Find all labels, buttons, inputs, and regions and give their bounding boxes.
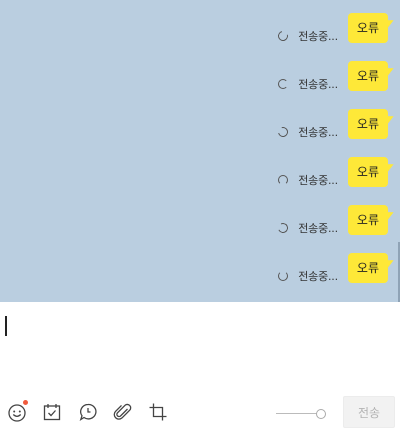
message-bubble[interactable]: 오류: [347, 205, 388, 235]
loading-spinner-icon: [276, 29, 291, 43]
crop-icon: [149, 403, 167, 421]
paperclip-icon: [113, 403, 132, 420]
emoji-icon: [8, 404, 26, 422]
message-input[interactable]: [0, 302, 400, 392]
message-bubble[interactable]: 오류: [347, 109, 388, 139]
sending-status-text: 전송중...: [298, 222, 338, 235]
loading-spinner-icon: [278, 271, 289, 281]
sending-status-text: 전송중...: [298, 126, 338, 139]
message-bubble[interactable]: 오류: [347, 253, 388, 283]
sending-status-text: 전송중...: [298, 30, 338, 43]
calendar-check-icon: [43, 404, 61, 421]
message-row: 전송중... 오류: [276, 13, 388, 47]
attach-file-button[interactable]: [111, 400, 135, 424]
loading-spinner-icon: [276, 221, 290, 235]
message-bubble[interactable]: 오류: [347, 61, 388, 91]
speech-bubble-button[interactable]: [76, 400, 100, 424]
loading-spinner-icon: [278, 175, 289, 185]
sending-status: 전송중...: [278, 76, 338, 92]
sending-status-text: 전송중...: [298, 78, 338, 91]
sending-status: 전송중...: [276, 220, 338, 236]
sending-status-text: 전송중...: [298, 270, 338, 283]
loading-spinner-icon: [278, 79, 289, 89]
message-row: 전송중... 오류: [278, 253, 388, 287]
sending-status: 전송중...: [276, 124, 338, 140]
message-bubble[interactable]: 오류: [347, 157, 388, 187]
message-row: 전송중... 오류: [278, 61, 388, 95]
sending-status-text: 전송중...: [298, 174, 338, 187]
opacity-slider[interactable]: [276, 409, 328, 419]
message-row: 전송중... 오류: [276, 205, 388, 239]
notification-dot: [23, 400, 28, 405]
message-bubble[interactable]: 오류: [347, 13, 388, 43]
loading-spinner-icon: [276, 125, 291, 139]
sending-status: 전송중...: [278, 268, 338, 284]
chat-message-area: 전송중... 오류 전송중... 오류 전송중... 오류 전송중... 오류 …: [0, 0, 400, 302]
slider-knob[interactable]: [316, 409, 326, 419]
message-row: 전송중... 오류: [278, 157, 388, 191]
sending-status: 전송중...: [276, 28, 338, 44]
sending-status: 전송중...: [278, 172, 338, 188]
capture-button[interactable]: [146, 400, 170, 424]
speech-bubble-icon: [79, 403, 97, 421]
message-row: 전송중... 오류: [276, 109, 388, 143]
calendar-button[interactable]: [40, 400, 64, 424]
text-caret: [5, 316, 7, 336]
emoji-button[interactable]: [5, 400, 29, 424]
input-toolbar: 전송: [0, 392, 400, 432]
slider-track: [276, 413, 318, 414]
send-button[interactable]: 전송: [343, 396, 395, 428]
